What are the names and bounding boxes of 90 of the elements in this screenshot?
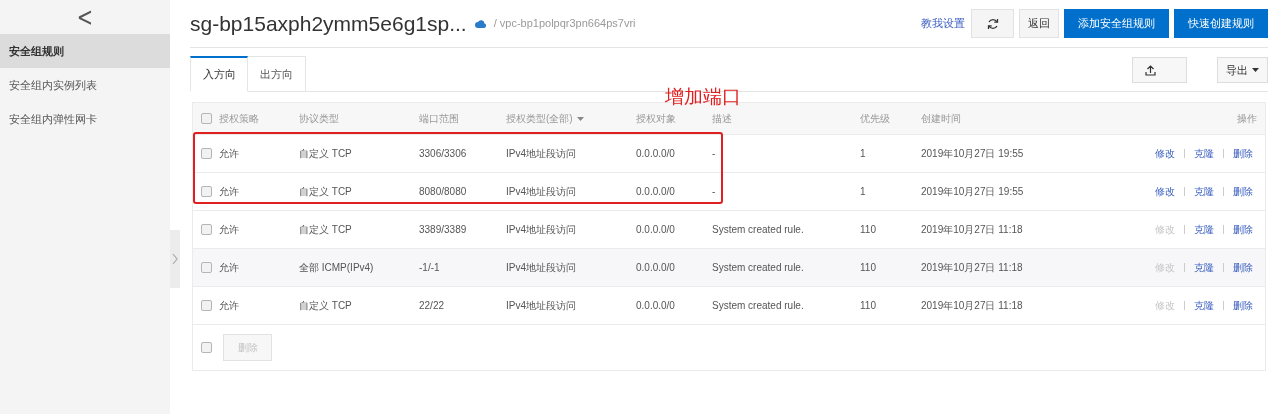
table-cell: 110 [860,300,876,311]
column-header: 授权对象 [636,112,676,126]
row-action-link[interactable]: 修改 [1155,146,1175,161]
table-cell: 自定义 TCP [299,300,352,311]
table-cell: 110 [860,262,876,273]
cloud-icon [474,19,486,28]
table-cell: IPv4地址段访问 [506,262,576,273]
table-cell: 2019年10月27日 11:18 [921,224,1023,235]
row-action-link[interactable]: 删除 [1233,146,1253,161]
table-cell: IPv4地址段访问 [506,186,576,197]
row-action-link[interactable]: 删除 [1233,184,1253,199]
table-cell: 2019年10月27日 19:55 [921,186,1024,197]
row-action-link[interactable]: 删除 [1233,298,1253,313]
table-cell: 22/22 [419,300,445,311]
column-header: 协议类型 [299,112,339,126]
refresh-icon [986,17,999,30]
table-cell: 0.0.0.0/0 [636,224,675,235]
row-action-link[interactable]: 克隆 [1194,260,1214,275]
checkbox[interactable] [200,262,212,273]
caret-icon [576,116,584,121]
table-cell: -1/-1 [419,262,440,273]
table-cell: 允许 [219,148,239,159]
column-header: 描述 [712,112,732,126]
column-header: 优先级 [860,112,890,126]
table-cell: 自定义 TCP [299,186,352,197]
table-cell: 3389/3389 [419,224,467,235]
table-cell: 2019年10月27日 11:18 [921,262,1023,273]
table-cell: 允许 [219,224,239,235]
row-action-link[interactable]: 删除 [1233,260,1253,275]
table-cell: 自定义 TCP [299,224,352,235]
checkbox[interactable] [200,148,212,159]
column-header: 端口范围 [419,112,459,126]
checkbox[interactable] [200,113,212,124]
row-action-link[interactable]: 克隆 [1194,222,1214,237]
table-cell: 0.0.0.0/0 [636,300,675,311]
table-cell: 0.0.0.0/0 [636,186,675,197]
import-button[interactable] [1132,57,1187,83]
row-action-link[interactable]: 克隆 [1194,184,1214,199]
upload-icon [1145,64,1156,76]
back-icon[interactable]: < [76,4,94,30]
table-cell: 允许 [219,300,239,311]
chevron-right-icon [172,253,178,265]
table-cell: 1 [860,186,866,197]
table-cell: 自定义 TCP [299,148,352,159]
table-cell: 110 [860,224,876,235]
sidebar-item[interactable]: 安全组内实例列表 [0,68,170,102]
annotation-label: 增加端口 [665,87,741,106]
sidebar-item[interactable]: 安全组内弹性网卡 [0,102,170,136]
column-header: 授权策略 [219,112,259,126]
row-action-link[interactable]: 克隆 [1194,146,1214,161]
checkbox[interactable] [200,342,212,353]
table-cell: System created rule. [712,224,804,235]
table-cell: 3306/3306 [419,148,467,159]
sidebar-item[interactable]: 安全组规则 [0,34,170,68]
column-header: 操作 [1237,112,1257,126]
page-title: sg-bp15axph2ymm5e6g1sp... [190,10,467,37]
column-header: 创建时间 [921,112,961,126]
table-cell: 全部 ICMP(IPv4) [299,262,374,273]
table-cell: 2019年10月27日 11:18 [921,300,1023,311]
help-link[interactable]: 教我设置 [921,15,965,32]
table-cell: 允许 [219,262,239,273]
table-cell: IPv4地址段访问 [506,300,576,311]
row-action-link[interactable]: 修改 [1155,184,1175,199]
table-cell: 允许 [219,186,239,197]
table-cell: 2019年10月27日 19:55 [921,148,1024,159]
row-action-link[interactable]: 删除 [1233,222,1253,237]
tab[interactable]: 出方向 [248,56,306,92]
checkbox[interactable] [200,224,212,235]
refresh-button[interactable] [971,9,1014,38]
export-button[interactable]: 导出 [1217,57,1268,83]
row-action-link[interactable]: 克隆 [1194,298,1214,313]
table-cell: System created rule. [712,262,804,273]
table-cell: - [712,148,716,159]
collapse-handle[interactable] [170,230,180,288]
back-button[interactable]: 返回 [1019,9,1059,38]
table-cell: IPv4地址段访问 [506,148,576,159]
checkbox[interactable] [200,186,212,197]
action-button[interactable]: 快速创建规则 [1174,9,1268,38]
checkbox[interactable] [200,300,212,311]
table-cell: - [712,186,716,197]
action-button[interactable]: 添加安全组规则 [1064,9,1169,38]
table-cell: 0.0.0.0/0 [636,262,675,273]
table-cell: 1 [860,148,866,159]
table-cell: System created rule. [712,300,804,311]
table-cell: 0.0.0.0/0 [636,148,675,159]
table-cell: 8080/8080 [419,186,467,197]
table-cell: IPv4地址段访问 [506,224,576,235]
caret-icon [1252,68,1259,72]
vpc-id: / vpc-bp1polpqr3pn664ps7vri [493,16,636,32]
tab[interactable]: 入方向 [190,56,248,92]
